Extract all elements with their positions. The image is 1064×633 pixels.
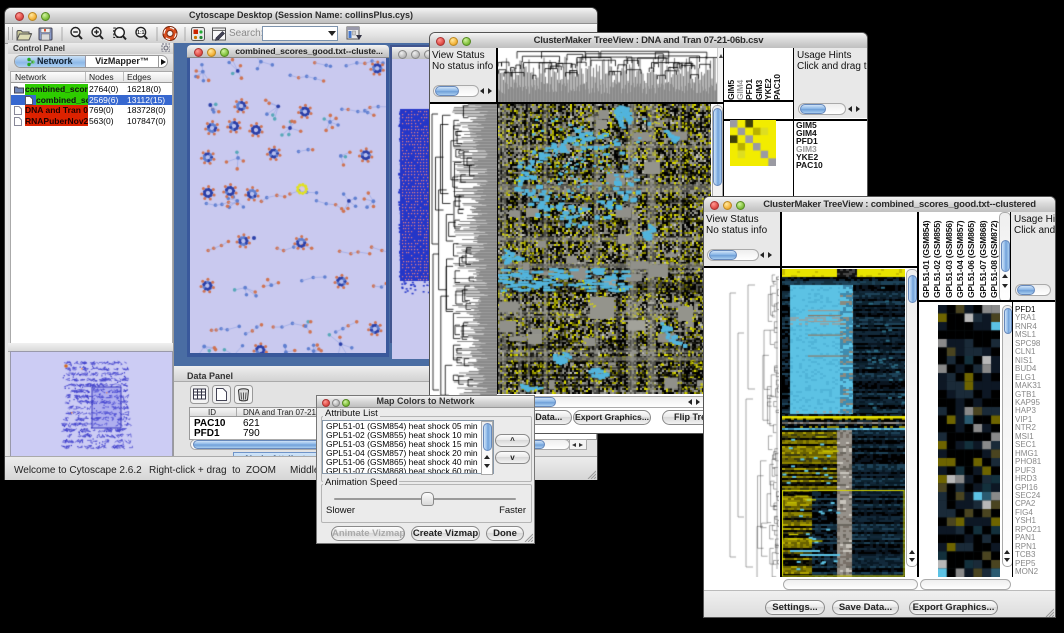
svg-text:1:1: 1:1 xyxy=(137,30,144,36)
